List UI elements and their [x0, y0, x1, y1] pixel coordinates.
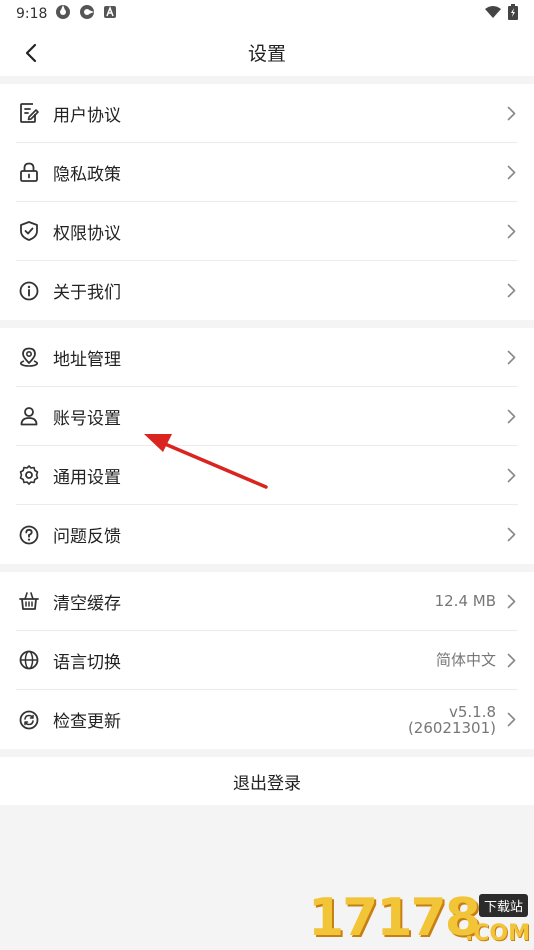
section-gap [0, 320, 534, 328]
version-build: (26021301) [407, 718, 496, 737]
basket-icon [17, 589, 41, 613]
settings-item-general-settings[interactable]: 通用设置 [16, 446, 518, 505]
logout-button[interactable]: 退出登录 [0, 757, 534, 805]
settings-item-account-settings[interactable]: 账号设置 [16, 387, 518, 446]
settings-item-label: 账号设置 [53, 408, 121, 429]
chevron-right-icon [504, 163, 518, 181]
settings-item-language[interactable]: 语言切换 简体中文 [16, 631, 518, 690]
settings-item-label: 清空缓存 [53, 593, 121, 614]
info-icon [17, 279, 41, 303]
chevron-right-icon [504, 104, 518, 122]
notification-a-icon [103, 5, 117, 23]
nav-bar: 设置 [0, 28, 534, 76]
settings-item-user-agreement[interactable]: 用户协议 [16, 84, 518, 143]
settings-item-label: 地址管理 [53, 349, 121, 370]
wifi-icon [484, 5, 502, 23]
settings-item-label: 用户协议 [53, 105, 121, 126]
chevron-right-icon [504, 348, 518, 366]
settings-item-label: 问题反馈 [53, 527, 121, 547]
chevron-right-icon [504, 222, 518, 240]
chevron-right-icon [504, 711, 518, 729]
chevron-right-icon [504, 282, 518, 300]
settings-group-legal: 用户协议 隐私政策 权限协议 关于我们 [0, 84, 534, 320]
watermark-number: 17178 [308, 888, 481, 948]
settings-item-label: 隐私政策 [53, 164, 121, 185]
settings-item-label: 通用设置 [53, 467, 121, 488]
user-icon [17, 404, 41, 428]
status-time: 9:18 [16, 6, 48, 22]
status-right [484, 4, 518, 24]
settings-item-feedback[interactable]: 问题反馈 [16, 505, 518, 564]
back-button[interactable] [18, 40, 44, 66]
watermark-logo: 17178 下载站 .COM [308, 888, 530, 948]
page-title: 设置 [247, 42, 286, 65]
question-icon [17, 523, 41, 547]
settings-group-system: 清空缓存 12.4 MB 语言切换 简体中文 检查更新 v5.1.8 (2602… [0, 572, 534, 749]
lock-icon [17, 160, 41, 184]
settings-item-permission-agreement[interactable]: 权限协议 [16, 202, 518, 261]
chevron-right-icon [504, 407, 518, 425]
location-pin-icon [17, 345, 41, 369]
document-edit-icon [17, 101, 41, 125]
chevron-right-icon [504, 651, 518, 669]
version-value: v5.1.8 (26021301) [408, 704, 496, 736]
settings-group-account: 地址管理 账号设置 通用设置 问题反馈 [0, 328, 534, 564]
chevron-right-icon [504, 466, 518, 484]
status-left: 9:18 [16, 4, 117, 24]
cache-size-value: 12.4 MB [434, 592, 496, 610]
notification-app-icon [79, 4, 95, 24]
settings-item-label: 权限协议 [53, 223, 121, 244]
battery-icon [508, 4, 518, 24]
section-gap [0, 76, 534, 84]
language-value: 简体中文 [435, 651, 496, 669]
globe-icon [17, 648, 41, 672]
watermark-tag: 下载站 [478, 894, 528, 917]
watermark-suffix: .COM [464, 921, 530, 946]
refresh-icon [17, 708, 41, 732]
chevron-left-icon [25, 43, 37, 63]
notification-app-icon [55, 4, 71, 24]
section-gap [0, 564, 534, 572]
chevron-right-icon [504, 592, 518, 610]
shield-check-icon [17, 219, 41, 243]
settings-item-label: 关于我们 [53, 283, 121, 303]
settings-item-check-update[interactable]: 检查更新 v5.1.8 (26021301) [16, 690, 518, 749]
settings-item-label: 语言切换 [53, 652, 121, 673]
version-number: v5.1.8 [448, 702, 496, 721]
settings-item-clear-cache[interactable]: 清空缓存 12.4 MB [16, 572, 518, 631]
settings-item-address-management[interactable]: 地址管理 [16, 328, 518, 387]
chevron-right-icon [504, 526, 518, 544]
settings-item-label: 检查更新 [53, 712, 121, 732]
gear-icon [17, 463, 41, 487]
section-gap [0, 749, 534, 757]
settings-item-privacy-policy[interactable]: 隐私政策 [16, 143, 518, 202]
settings-item-about-us[interactable]: 关于我们 [16, 261, 518, 320]
status-bar: 9:18 [0, 0, 534, 28]
